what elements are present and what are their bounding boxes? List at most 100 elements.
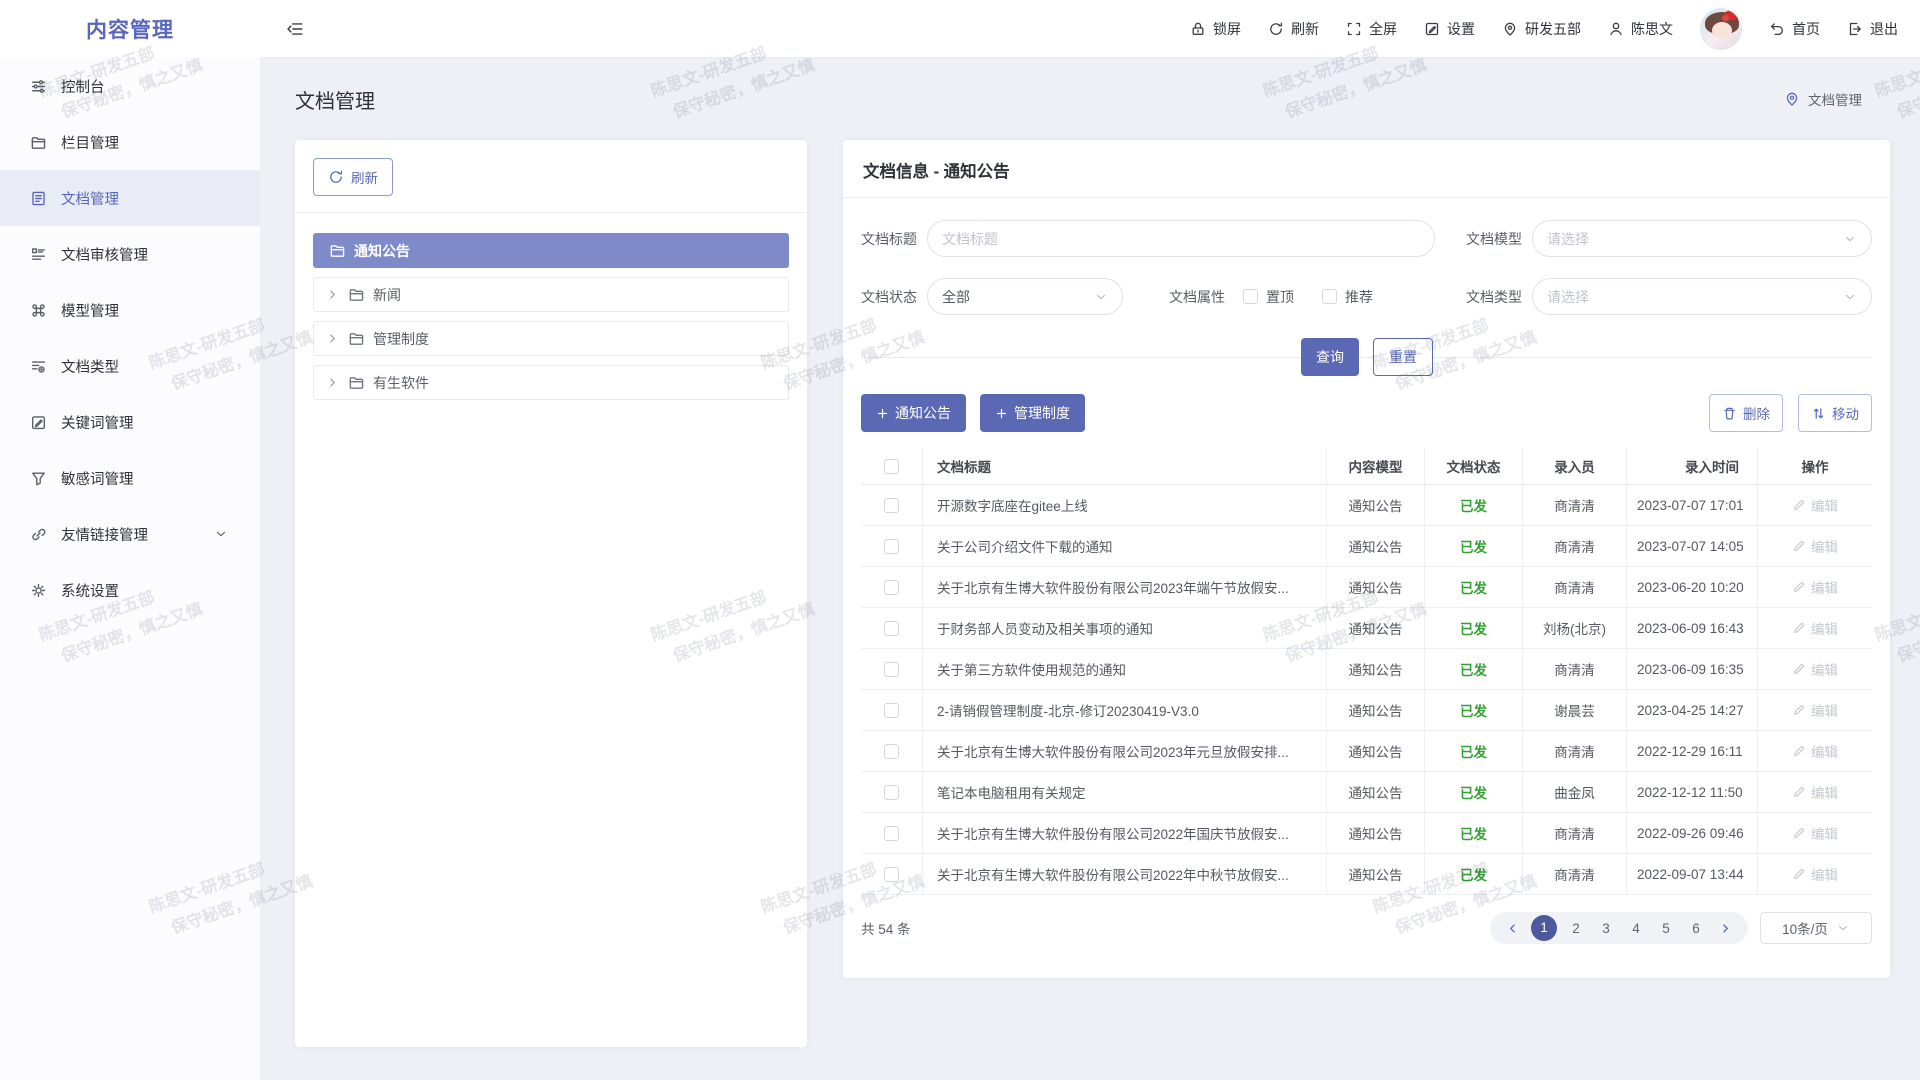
doc-status-cell: 已发 (1425, 813, 1523, 853)
pager-next-button[interactable] (1715, 922, 1736, 935)
sidebar-item-系统设置[interactable]: 系统设置 (0, 562, 260, 618)
edit-link[interactable]: 编辑 (1792, 536, 1838, 556)
delete-button[interactable]: 删除 (1709, 394, 1783, 432)
edit-link[interactable]: 编辑 (1792, 823, 1838, 843)
sidebar-item-栏目管理[interactable]: 栏目管理 (0, 114, 260, 170)
header-lock-screen-button[interactable]: 锁屏 (1190, 19, 1241, 39)
sidebar-item-控制台[interactable]: 控制台 (0, 58, 260, 114)
checkbox-icon[interactable] (1243, 289, 1258, 304)
doc-title-cell[interactable]: 笔记本电脑租用有关规定 (923, 772, 1327, 812)
row-checkbox[interactable] (884, 621, 899, 636)
doc-model-select[interactable]: 请选择 (1532, 220, 1872, 257)
trash-icon (1722, 406, 1737, 421)
doc-status-select[interactable]: 全部 (927, 278, 1123, 315)
edit-link[interactable]: 编辑 (1792, 700, 1838, 720)
sidebar-item-关键词管理[interactable]: 关键词管理 (0, 394, 260, 450)
sidebar-item-label: 关键词管理 (61, 412, 134, 433)
row-checkbox[interactable] (884, 580, 899, 595)
row-checkbox[interactable] (884, 826, 899, 841)
status-badge: 已发 (1460, 577, 1487, 597)
row-checkbox[interactable] (884, 744, 899, 759)
header-current-user-button[interactable]: 陈思文 (1608, 19, 1673, 39)
row-checkbox[interactable] (884, 498, 899, 513)
attr-top-checkbox[interactable]: 置顶 (1243, 287, 1294, 307)
doc-title-cell[interactable]: 关于北京有生博大软件股份有限公司2022年中秋节放假安... (923, 854, 1327, 894)
header-home-button[interactable]: 首页 (1769, 19, 1820, 39)
doc-model-cell: 通知公告 (1327, 854, 1425, 894)
doc-title-cell[interactable]: 关于公司介绍文件下载的通知 (923, 526, 1327, 566)
search-button[interactable]: 查询 (1301, 338, 1359, 376)
pager-page-5[interactable]: 5 (1655, 921, 1677, 936)
sidebar-item-敏感词管理[interactable]: 敏感词管理 (0, 450, 260, 506)
header-fullscreen-button[interactable]: 全屏 (1346, 19, 1397, 39)
chevron-right-icon (326, 288, 339, 301)
pager-page-1[interactable]: 1 (1531, 915, 1557, 941)
doc-title-cell[interactable]: 关于第三方软件使用规范的通知 (923, 649, 1327, 689)
tree-node-有生软件[interactable]: 有生软件 (313, 365, 789, 400)
doc-time-cell: 2023-06-20 10:20 (1627, 567, 1758, 607)
row-checkbox[interactable] (884, 662, 899, 677)
row-checkbox[interactable] (884, 785, 899, 800)
row-checkbox[interactable] (884, 539, 899, 554)
edit-label: 编辑 (1811, 741, 1838, 761)
sidebar-item-友情链接管理[interactable]: 友情链接管理 (0, 506, 260, 562)
add-notice-label: 通知公告 (895, 403, 951, 423)
doc-title-cell[interactable]: 关于北京有生博大软件股份有限公司2023年元旦放假安排... (923, 731, 1327, 771)
header-refresh-button[interactable]: 刷新 (1268, 19, 1319, 39)
header-department-button[interactable]: 研发五部 (1502, 19, 1581, 39)
sidebar-item-文档类型[interactable]: 文档类型 (0, 338, 260, 394)
edit-link[interactable]: 编辑 (1792, 618, 1838, 638)
add-rule-button[interactable]: 管理制度 (980, 394, 1085, 432)
plus-icon (995, 407, 1008, 420)
tree-node-新闻[interactable]: 新闻 (313, 277, 789, 312)
doc-title-input[interactable] (942, 231, 1420, 247)
header-actions: 锁屏 刷新 全屏 设置 研发五部 陈思文 首页 退出 (1190, 8, 1898, 50)
folder-icon (348, 330, 365, 347)
edit-link[interactable]: 编辑 (1792, 577, 1838, 597)
edit-link[interactable]: 编辑 (1792, 864, 1838, 884)
sidebar-collapse-icon[interactable] (286, 20, 304, 38)
tree-refresh-label: 刷新 (351, 167, 378, 187)
chevron-down-icon (1836, 921, 1850, 935)
page-size-select[interactable]: 10条/页 (1760, 912, 1872, 944)
checkbox-icon[interactable] (1322, 289, 1337, 304)
attr-top-label: 置顶 (1266, 287, 1294, 307)
tree-refresh-button[interactable]: 刷新 (313, 158, 393, 196)
header-logout-label: 退出 (1870, 19, 1898, 39)
doc-title-cell[interactable]: 开源数字底座在gitee上线 (923, 485, 1327, 525)
select-all-checkbox[interactable] (884, 459, 899, 474)
pager-prev-button[interactable] (1502, 922, 1523, 935)
header-settings-button[interactable]: 设置 (1424, 19, 1475, 39)
move-button[interactable]: 移动 (1798, 394, 1872, 432)
delete-label: 删除 (1743, 403, 1770, 423)
sidebar-item-模型管理[interactable]: 模型管理 (0, 282, 260, 338)
row-checkbox[interactable] (884, 703, 899, 718)
edit-link[interactable]: 编辑 (1792, 659, 1838, 679)
pager-page-3[interactable]: 3 (1595, 921, 1617, 936)
pager-page-2[interactable]: 2 (1565, 921, 1587, 936)
sidebar-item-文档管理[interactable]: 文档管理 (0, 170, 260, 226)
search-form: 文档标题 文档模型 请选择 文档状态 全部 (843, 198, 1890, 378)
doc-title-cell[interactable]: 于财务部人员变动及相关事项的通知 (923, 608, 1327, 648)
doc-title-cell[interactable]: 关于北京有生博大软件股份有限公司2022年国庆节放假安... (923, 813, 1327, 853)
folder-icon (30, 134, 61, 151)
add-notice-button[interactable]: 通知公告 (861, 394, 966, 432)
user-avatar[interactable] (1700, 8, 1742, 50)
panel-title: 文档信息 - 通知公告 (843, 140, 1890, 198)
header-logout-button[interactable]: 退出 (1847, 19, 1898, 39)
doc-title-cell[interactable]: 2-请销假管理制度-北京-修订20230419-V3.0 (923, 690, 1327, 730)
edit-link[interactable]: 编辑 (1792, 741, 1838, 761)
reset-button[interactable]: 重置 (1373, 338, 1433, 376)
table-row: 2-请销假管理制度-北京-修订20230419-V3.0通知公告已发谢晨芸202… (861, 690, 1872, 731)
tree-node-管理制度[interactable]: 管理制度 (313, 321, 789, 356)
doc-type-select[interactable]: 请选择 (1532, 278, 1872, 315)
row-checkbox[interactable] (884, 867, 899, 882)
attr-recommend-checkbox[interactable]: 推荐 (1322, 287, 1373, 307)
doc-title-cell[interactable]: 关于北京有生博大软件股份有限公司2023年端午节放假安... (923, 567, 1327, 607)
edit-link[interactable]: 编辑 (1792, 782, 1838, 802)
edit-link[interactable]: 编辑 (1792, 495, 1838, 515)
pager-page-6[interactable]: 6 (1685, 921, 1707, 936)
sidebar-item-文档审核管理[interactable]: 文档审核管理 (0, 226, 260, 282)
tree-node-通知公告[interactable]: 通知公告 (313, 233, 789, 268)
pager-page-4[interactable]: 4 (1625, 921, 1647, 936)
